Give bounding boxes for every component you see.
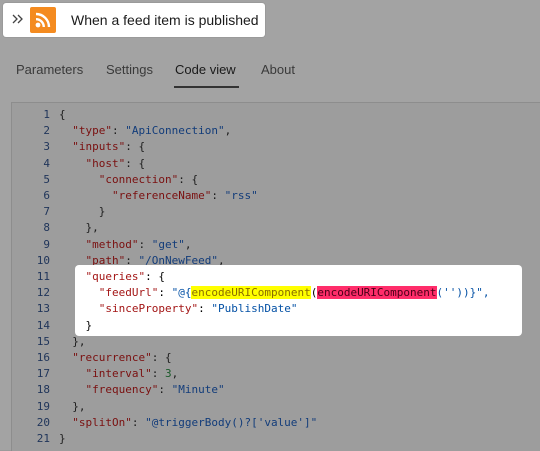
code-line[interactable]: 21} [12, 431, 540, 447]
line-number: 17 [36, 367, 50, 381]
code-text: "inputs": { [72, 140, 146, 154]
code-line[interactable]: 7 } [12, 204, 540, 220]
line-number: 1 [43, 108, 50, 121]
highlighted-queries-block: "queries": { "feedUrl": "@{encodeURIComp… [75, 265, 522, 336]
code-line[interactable]: 3 "inputs": { [12, 139, 540, 155]
code-text: "feedUrl": "@{encodeURIComponent(encodeU… [98, 286, 490, 300]
line-number: 9 [43, 237, 50, 251]
code-line[interactable]: 9 "method": "get", [12, 237, 540, 253]
line-number: 5 [43, 172, 50, 186]
code-line[interactable]: 18 "frequency": "Minute" [12, 382, 540, 398]
code-line[interactable]: 1{ [12, 107, 540, 123]
code-line[interactable]: 19 }, [12, 399, 540, 415]
tab-code-view[interactable]: Code view [175, 62, 236, 77]
code-line[interactable]: 5 "connection": { [12, 172, 540, 188]
code-text: "frequency": "Minute" [85, 383, 225, 397]
code-text: } [59, 318, 93, 332]
code-view-panel: When a feed item is published Parameters… [0, 0, 540, 451]
active-tab-indicator [174, 86, 239, 88]
code-text: "queries": { [85, 270, 165, 283]
code-line[interactable]: 2 "type": "ApiConnection", [12, 123, 540, 139]
code-line[interactable]: 20 "splitOn": "@triggerBody()?['value']" [12, 415, 540, 431]
line-number: 21 [36, 432, 50, 445]
code-text: "connection": { [98, 172, 199, 186]
code-text: "interval": 3, [85, 367, 179, 381]
code-text: "type": "ApiConnection", [72, 124, 232, 138]
trigger-header[interactable]: When a feed item is published [3, 3, 265, 37]
line-number: 10 [36, 253, 50, 267]
code-text: "referenceName": "rss" [111, 189, 258, 202]
code-text: "method": "get", [85, 237, 192, 251]
code-text: }, [59, 399, 86, 413]
code-text: } [59, 205, 106, 219]
code-text: }, [59, 334, 86, 348]
line-number: 15 [36, 334, 50, 348]
rss-icon [30, 7, 56, 33]
line-number: 3 [43, 140, 50, 154]
code-text: "recurrence": { [72, 351, 172, 364]
code-text: "host": { [85, 156, 146, 170]
code-text: { [59, 108, 66, 121]
line-number: 19 [36, 399, 50, 413]
collapse-chevron-icon[interactable] [12, 11, 24, 27]
line-number: 6 [43, 189, 50, 202]
code-line-focused[interactable]: "queries": { [12, 269, 540, 285]
line-number: 8 [43, 221, 50, 235]
tab-about[interactable]: About [261, 62, 295, 77]
code-text: }, [59, 221, 99, 235]
code-line-focused[interactable]: "feedUrl": "@{encodeURIComponent(encodeU… [12, 285, 540, 301]
code-text: "splitOn": "@triggerBody()?['value']" [72, 415, 318, 429]
code-line-focused[interactable]: "sinceProperty": "PublishDate" [12, 301, 540, 317]
line-number: 16 [36, 351, 50, 364]
line-number: 18 [36, 383, 50, 397]
tab-settings[interactable]: Settings [106, 62, 153, 77]
tab-parameters[interactable]: Parameters [16, 62, 83, 77]
code-line[interactable]: 17 "interval": 3, [12, 366, 540, 382]
trigger-title: When a feed item is published [71, 12, 259, 28]
code-text: } [59, 432, 66, 445]
code-editor[interactable]: 1{2 "type": "ApiConnection", 3 "inputs": … [11, 102, 540, 451]
line-number: 20 [36, 415, 50, 429]
code-line[interactable]: 16 "recurrence": { [12, 350, 540, 366]
code-line[interactable]: 8 }, [12, 220, 540, 236]
code-line[interactable]: 4 "host": { [12, 156, 540, 172]
code-line[interactable]: 15 }, [12, 334, 540, 350]
code-line-focused[interactable]: } [12, 318, 540, 334]
code-text: "sinceProperty": "PublishDate" [98, 302, 298, 316]
code-line[interactable]: 6 "referenceName": "rss" [12, 188, 540, 204]
line-number: 4 [43, 156, 50, 170]
line-number: 2 [43, 124, 50, 138]
line-number: 7 [43, 205, 50, 219]
